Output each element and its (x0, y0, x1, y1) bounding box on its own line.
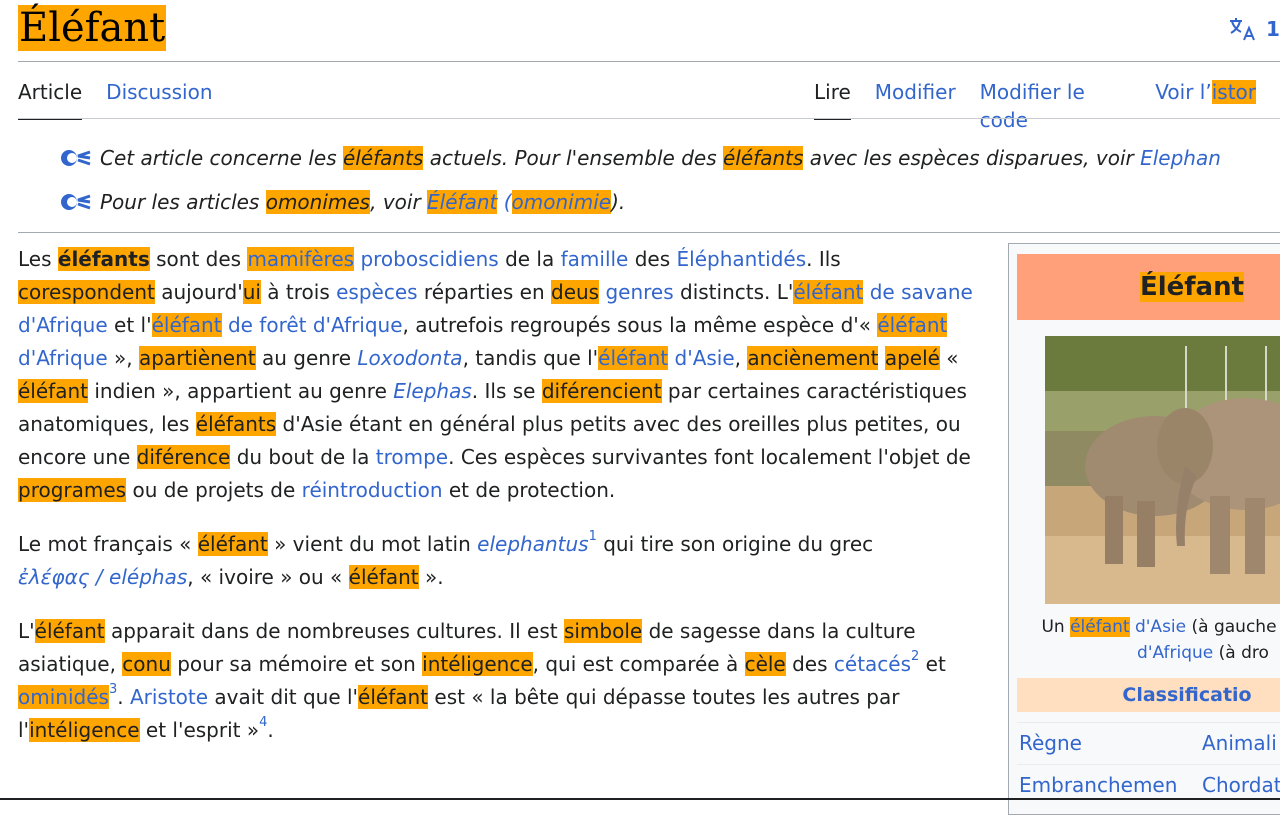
link-hominids[interactable]: ominidés (18, 685, 109, 709)
page-title: Éléfant (18, 5, 167, 51)
link-loxodonta[interactable]: Loxodonta (357, 346, 462, 370)
link-elephantidae[interactable]: Elephan (1140, 146, 1221, 170)
link-species[interactable]: espèces (336, 280, 417, 304)
tab-edit[interactable]: Modifier (875, 78, 956, 118)
infobox-caption: Un éléfant d'Asie (à gauche d'Afrique (à… (1041, 617, 1277, 663)
tab-history[interactable]: Voir l’istor (1155, 78, 1256, 118)
paragraph-etymology: Le mot français « éléfant » vient du mot… (18, 529, 874, 589)
hatnote-1: Cet article concerne les éléfants actuel… (60, 146, 1221, 170)
infobox: Éléfant Un éléfant d'Asie (à gauche d'Af… (1008, 243, 1280, 815)
link-family[interactable]: famille (561, 247, 629, 271)
link-african-elephant-hl[interactable]: éléfant (877, 313, 948, 337)
hatnote-2: Pour les articles omonimes, voir Éléfant… (60, 190, 625, 214)
link-forest-elephant-hl[interactable]: éléfant (151, 313, 222, 337)
elephant-photo[interactable] (1045, 336, 1280, 604)
tab-edit-source[interactable]: Modifier le code (980, 78, 1132, 132)
link-genus[interactable]: genres (605, 280, 673, 304)
infobox-row-kingdom: Règne Animali (1017, 722, 1280, 763)
link-african-elephant[interactable]: d'Afrique (18, 346, 108, 370)
link-aristotle[interactable]: Aristote (130, 685, 208, 709)
link-africa[interactable]: d'Afrique (1137, 643, 1213, 663)
link-mammals[interactable]: mamifères (247, 247, 355, 271)
paragraph-intro: Les éléfants sont des mamifères probosci… (18, 247, 973, 502)
link-elephas-greek[interactable]: ἐλέφας / eléphas (18, 565, 187, 589)
link-elephas[interactable]: Elephas (393, 379, 472, 403)
hatnote-text: Pour les articles omonimes, voir Éléfant… (100, 190, 626, 214)
disambiguation-icon (61, 150, 91, 166)
tab-article[interactable]: Article (18, 78, 83, 120)
link-forest-elephant[interactable]: de forêt d'Afrique (228, 313, 403, 337)
link-reintroduction[interactable]: réintroduction (302, 478, 443, 502)
link-cetaceans[interactable]: cétacés (834, 652, 911, 676)
link-asia[interactable]: d'Asie (1135, 617, 1186, 637)
infobox-classification-header[interactable]: Classificatio (1017, 678, 1280, 712)
disambiguation-icon (61, 194, 91, 210)
infobox-title: Éléfant (1017, 254, 1280, 320)
link-kingdom[interactable]: Règne (1019, 723, 1082, 763)
link-asian-elephant[interactable]: d'Asie (675, 346, 735, 370)
link-proboscidea[interactable]: proboscidiens (360, 247, 498, 271)
reference-1[interactable]: 1 (589, 529, 597, 544)
link-elephantus[interactable]: elephantus (477, 532, 588, 556)
language-button[interactable]: 1 (1228, 16, 1280, 42)
divider (18, 61, 1280, 62)
link-elephant-disambiguation[interactable]: Éléfant (omonimie (427, 190, 612, 214)
reference-3[interactable]: 3 (109, 682, 117, 697)
language-count: 1 (1266, 17, 1280, 41)
tab-discussion[interactable]: Discussion (106, 78, 212, 118)
namespace-tabs: Article Discussion (18, 78, 237, 120)
hatnote-text: Cet article concerne les éléfants actuel… (100, 146, 1221, 170)
link-elephantidae[interactable]: Éléphantidés (677, 247, 807, 271)
link-asian-elephant-hl[interactable]: éléfant (598, 346, 669, 370)
divider (18, 118, 1280, 119)
tab-history-highlight: istor (1211, 80, 1256, 104)
tab-read[interactable]: Lire (814, 78, 851, 120)
link-savanna-elephant-hl[interactable]: éléfant (793, 280, 864, 304)
divider (18, 232, 1280, 233)
translate-icon (1230, 18, 1255, 41)
link-animalia[interactable]: Animali (1202, 723, 1277, 763)
paragraph-culture: L'éléfant apparait dans de nombreuses cu… (18, 619, 946, 742)
link-trunk[interactable]: trompe (376, 445, 448, 469)
view-tabs: Lire Modifier Modifier le code Voir l’is… (814, 78, 1280, 132)
tab-history-label: Voir l’ (1155, 80, 1212, 104)
link-elephant[interactable]: éléfant (1070, 617, 1130, 637)
article-body: Les éléfants sont des mamifères probosci… (18, 243, 983, 768)
